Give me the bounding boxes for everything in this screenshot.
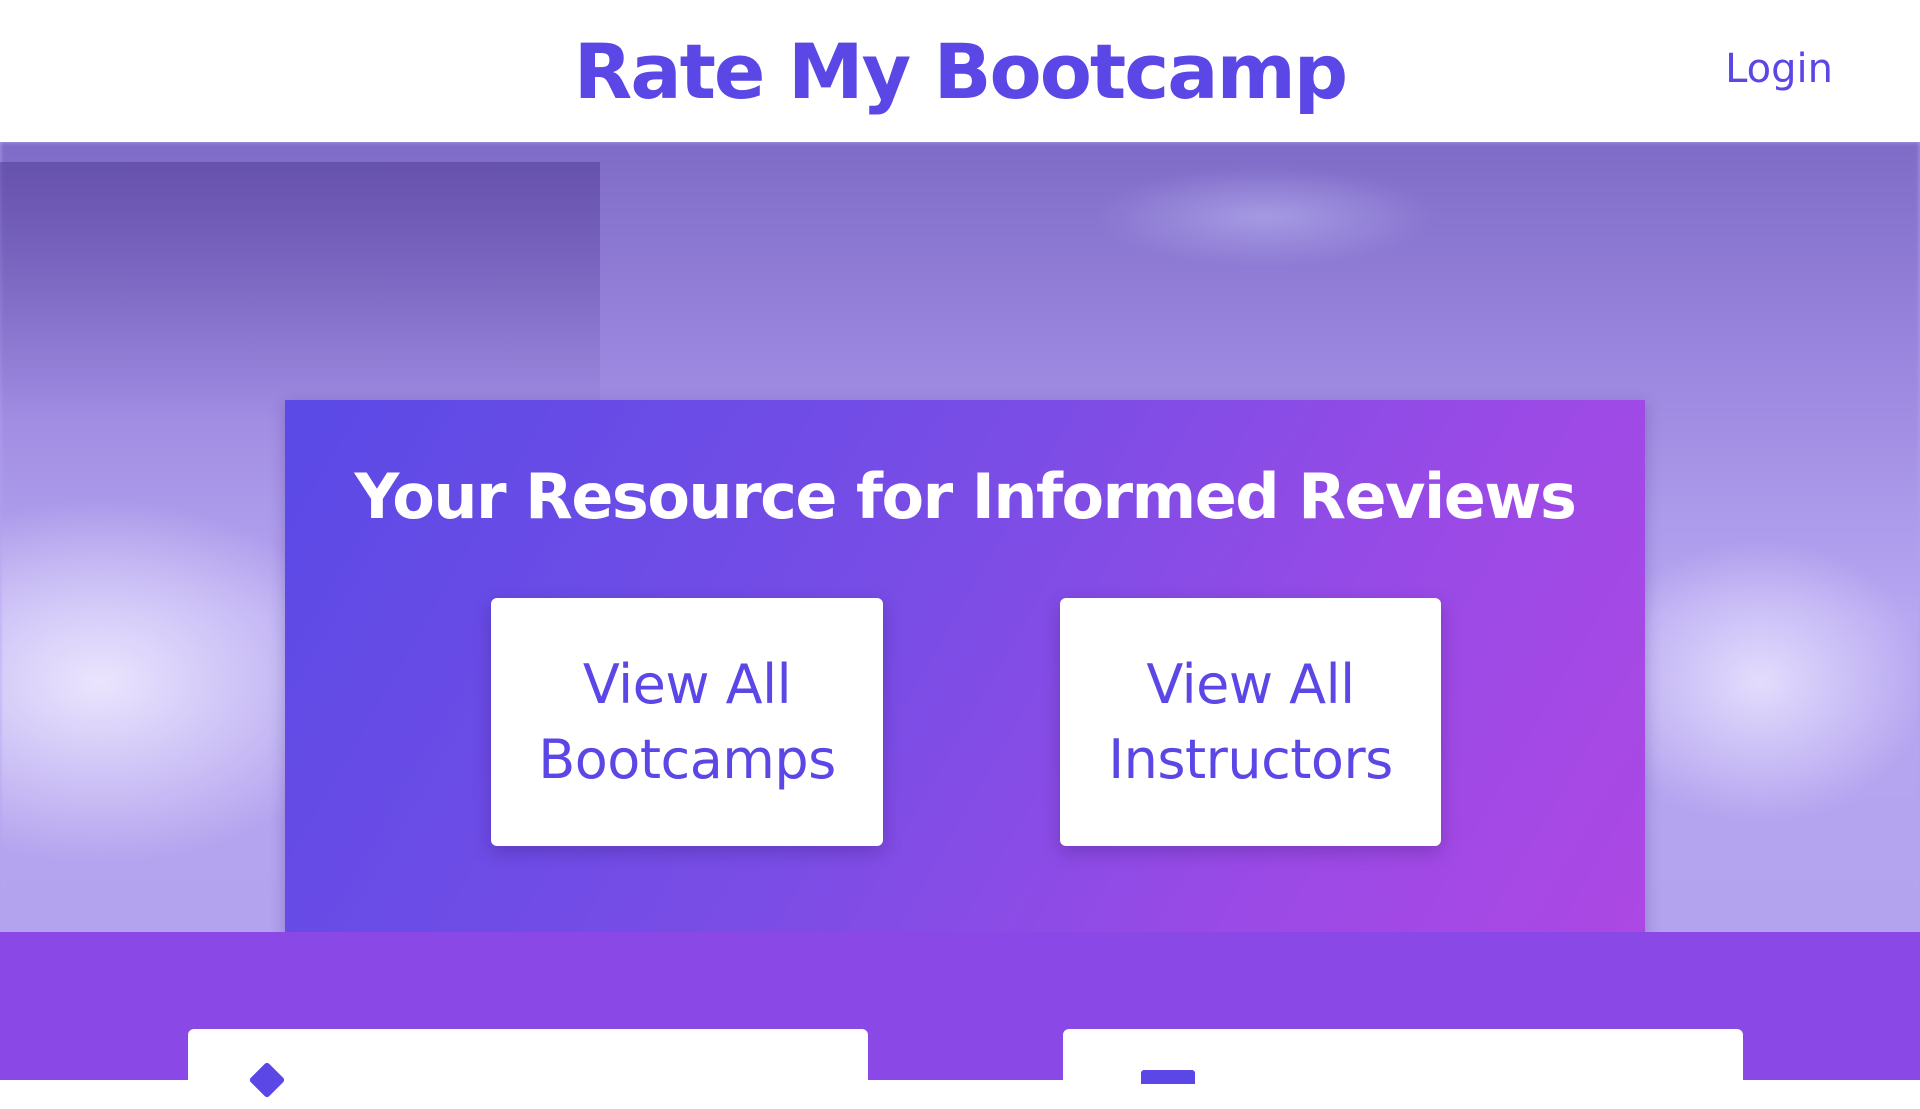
hero-background-shade xyxy=(0,162,600,422)
login-link[interactable]: Login xyxy=(1725,46,1833,92)
feature-icon xyxy=(248,1061,286,1099)
view-all-bootcamps-label: View All Bootcamps xyxy=(538,653,836,791)
hero-section: Your Resource for Informed Reviews View … xyxy=(0,142,1920,932)
view-all-instructors-button[interactable]: View All Instructors xyxy=(1060,598,1441,846)
site-logo-title[interactable]: Rate My Bootcamp xyxy=(574,27,1348,116)
site-header: Rate My Bootcamp Login xyxy=(0,0,1920,142)
feature-card-right[interactable] xyxy=(1063,1029,1743,1109)
features-section xyxy=(0,932,1920,1109)
view-all-instructors-label: View All Instructors xyxy=(1108,653,1393,791)
hero-card: Your Resource for Informed Reviews View … xyxy=(285,400,1645,932)
view-all-bootcamps-button[interactable]: View All Bootcamps xyxy=(491,598,883,846)
feature-icon xyxy=(1141,1070,1195,1084)
feature-card-left[interactable] xyxy=(188,1029,868,1109)
hero-title: Your Resource for Informed Reviews xyxy=(354,460,1577,533)
